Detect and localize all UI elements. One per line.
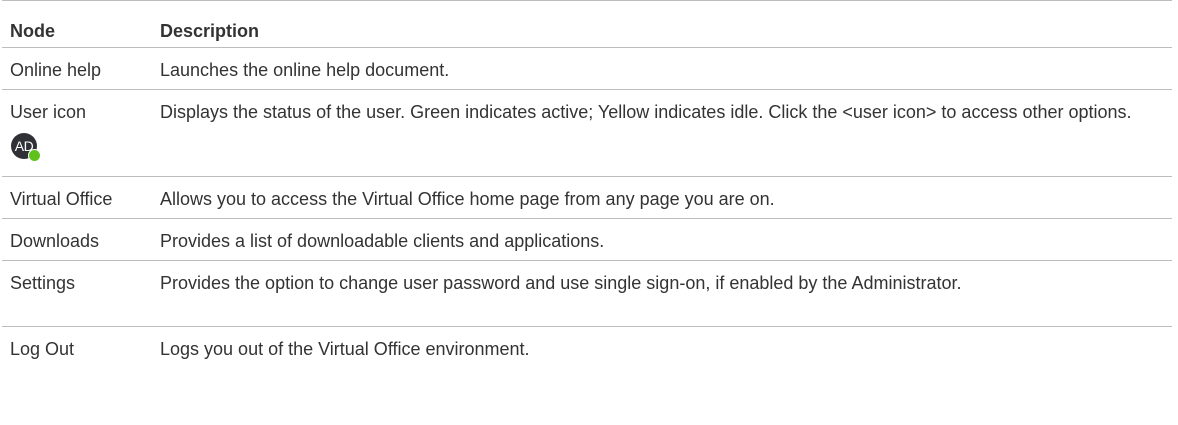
node-label: User icon <box>10 102 87 122</box>
node-cell-user-icon: User icon AD <box>2 89 154 177</box>
table-row: Online help Launches the online help doc… <box>2 47 1172 90</box>
description-cell: Launches the online help document. <box>154 47 1172 90</box>
description-cell: Displays the status of the user. Green i… <box>154 89 1172 177</box>
node-description-table: Node Description Online help Launches th… <box>2 0 1172 369</box>
node-cell: Virtual Office <box>2 176 154 219</box>
user-avatar-icon: AD <box>11 133 41 162</box>
description-cell: Provides a list of downloadable clients … <box>154 218 1172 261</box>
column-header-node: Node <box>2 0 154 48</box>
node-cell: Downloads <box>2 218 154 261</box>
table-row: Settings Provides the option to change u… <box>2 260 1172 327</box>
status-dot-icon <box>28 149 41 162</box>
description-cell: Allows you to access the Virtual Office … <box>154 176 1172 219</box>
node-cell: Log Out <box>2 326 154 369</box>
node-cell: Settings <box>2 260 154 327</box>
table-row: Virtual Office Allows you to access the … <box>2 176 1172 219</box>
table-header-row: Node Description <box>2 0 1172 48</box>
description-cell: Provides the option to change user passw… <box>154 260 1172 327</box>
table-row: Log Out Logs you out of the Virtual Offi… <box>2 326 1172 369</box>
table-row: Downloads Provides a list of downloadabl… <box>2 218 1172 261</box>
table-row: User icon AD Displays the status of the … <box>2 89 1172 177</box>
node-cell: Online help <box>2 47 154 90</box>
description-cell: Logs you out of the Virtual Office envir… <box>154 326 1172 369</box>
column-header-description: Description <box>154 0 1172 48</box>
